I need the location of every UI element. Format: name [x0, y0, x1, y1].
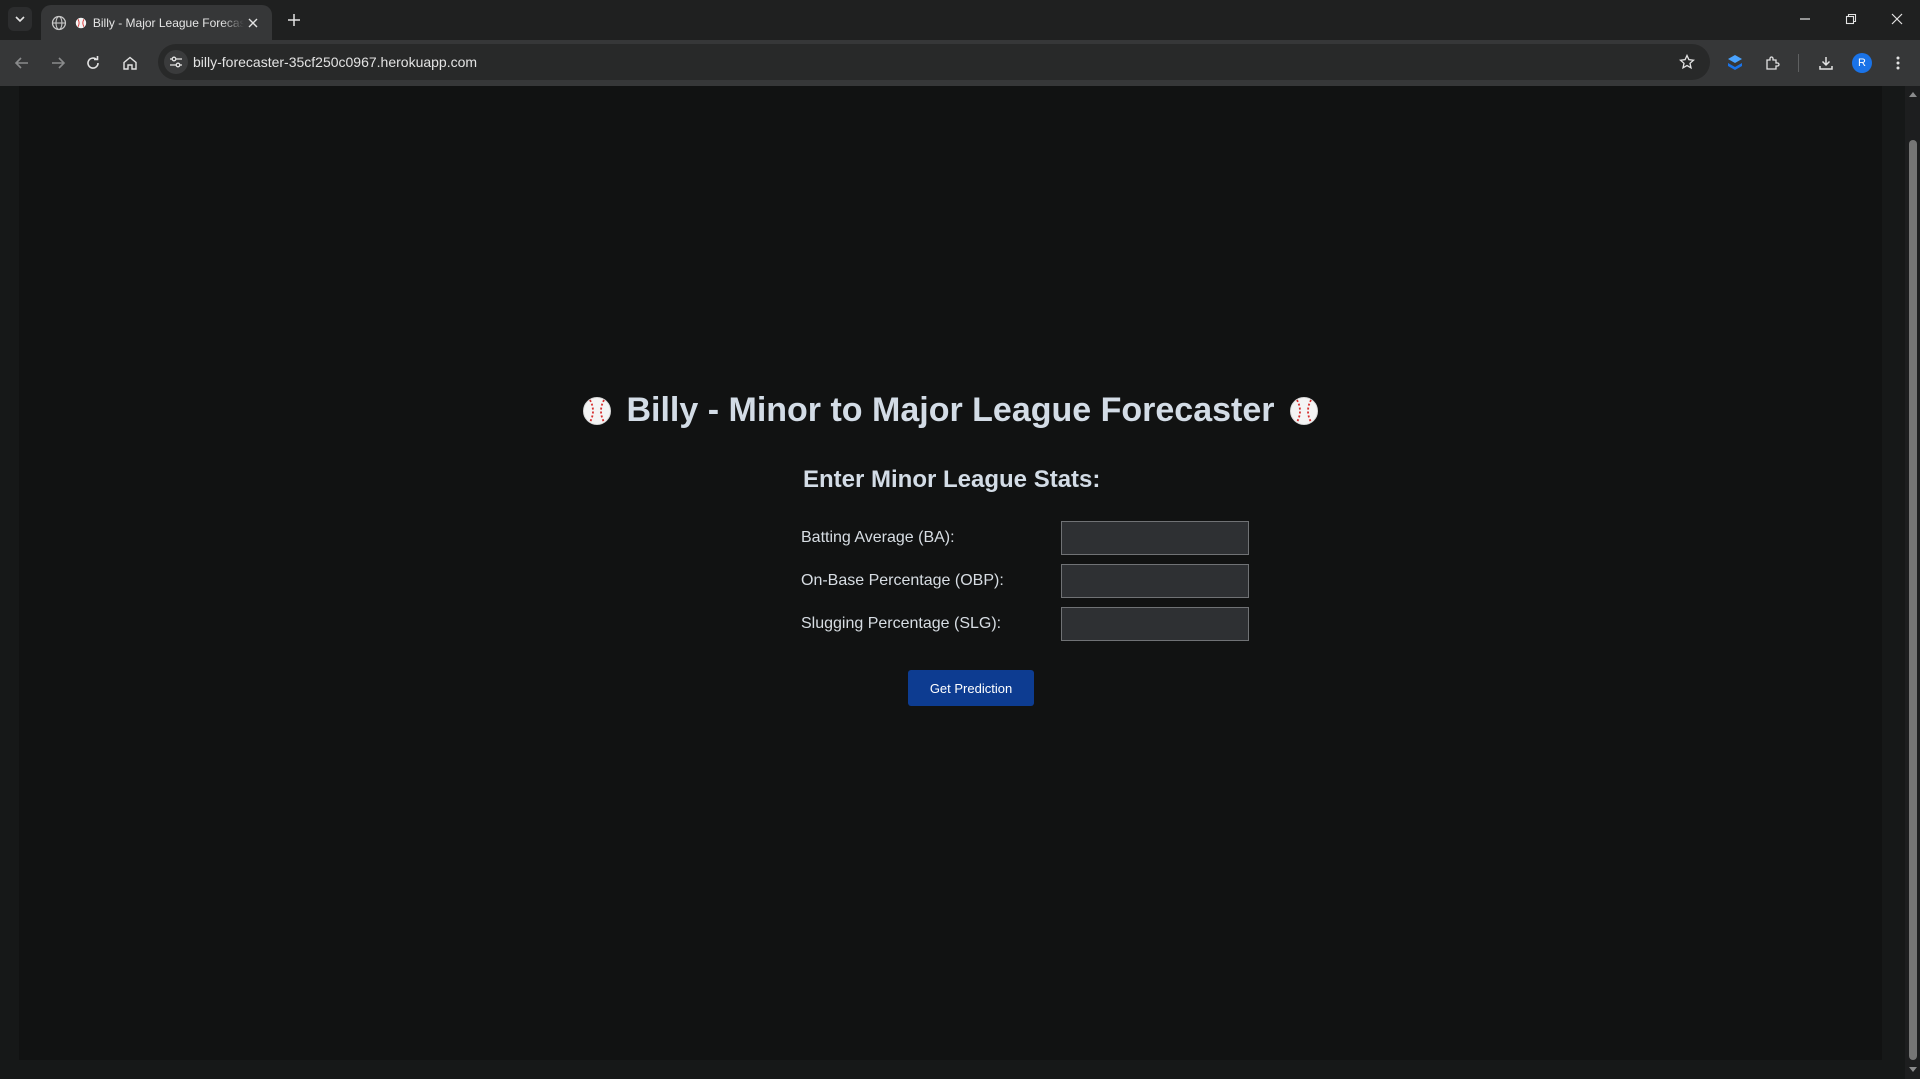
window-close-button[interactable] [1874, 0, 1920, 38]
plus-icon [288, 14, 300, 26]
tab-strip: Billy - Major League Forecaster [0, 0, 1920, 40]
baseball-icon [583, 396, 612, 425]
new-tab-button[interactable] [283, 9, 305, 31]
address-bar[interactable]: billy-forecaster-35cf250c0967.herokuapp.… [158, 44, 1710, 80]
back-button[interactable] [8, 49, 36, 77]
avatar-initial: R [1852, 53, 1872, 73]
restore-button[interactable] [1828, 0, 1874, 38]
tab-search-button[interactable] [8, 7, 32, 31]
back-icon [14, 57, 28, 69]
field-label-slg: Slugging Percentage (SLG): [801, 615, 1002, 632]
site-settings-icon[interactable] [164, 50, 188, 74]
globe-icon [51, 15, 67, 30]
baseball-icon [1289, 396, 1318, 425]
field-label-obp: On-Base Percentage (OBP): [801, 572, 1004, 589]
form-heading: Enter Minor League Stats: [803, 466, 1101, 493]
profile-avatar[interactable]: R [1848, 49, 1876, 77]
on-base-percentage-input[interactable] [1061, 564, 1249, 598]
stats-form: Enter Minor League Stats: Batting Averag… [801, 466, 1271, 641]
minimize-icon [1800, 18, 1810, 20]
get-prediction-button[interactable]: Get Prediction [908, 670, 1034, 706]
forward-icon [52, 57, 66, 69]
page-title: Billy - Minor to Major League Forecaster [626, 391, 1275, 429]
chevron-down-icon [15, 16, 25, 23]
bookmark-star-icon[interactable] [1676, 51, 1698, 73]
field-row-obp: On-Base Percentage (OBP): [801, 564, 1271, 598]
minimize-button[interactable] [1782, 0, 1828, 38]
field-row-ba: Batting Average (BA): [801, 521, 1271, 555]
page-scrollbar[interactable] [1905, 86, 1920, 1079]
page-container: Billy - Minor to Major League Forecaster… [19, 86, 1882, 1060]
baseball-favicon-icon [75, 17, 87, 28]
close-icon [1891, 13, 1903, 25]
extension-icon[interactable] [1721, 49, 1749, 77]
browser-toolbar: billy-forecaster-35cf250c0967.herokuapp.… [0, 40, 1920, 86]
scroll-down-icon[interactable] [1909, 1066, 1917, 1074]
url-text[interactable]: billy-forecaster-35cf250c0967.herokuapp.… [193, 54, 477, 70]
reload-button[interactable] [79, 49, 107, 77]
scroll-thumb[interactable] [1909, 140, 1917, 1060]
toolbar-separator [1798, 54, 1799, 72]
download-icon[interactable] [1812, 49, 1840, 77]
reload-icon [87, 56, 99, 69]
tab-title: Billy - Major League Forecaster [92, 15, 245, 30]
home-button[interactable] [116, 49, 144, 77]
home-icon [123, 56, 137, 70]
extensions-puzzle-icon[interactable] [1758, 49, 1786, 77]
app-title: Billy - Minor to Major League Forecaster [19, 391, 1882, 430]
tab-close-icon[interactable] [244, 14, 262, 32]
forward-button[interactable] [44, 49, 72, 77]
browser-viewport: Billy - Minor to Major League Forecaster… [0, 86, 1920, 1079]
scroll-up-icon[interactable] [1909, 90, 1917, 98]
field-row-slg: Slugging Percentage (SLG): [801, 607, 1271, 641]
menu-icon[interactable] [1884, 49, 1912, 77]
restore-icon [1845, 13, 1857, 25]
browser-tab[interactable]: Billy - Major League Forecaster [41, 5, 272, 40]
batting-average-input[interactable] [1061, 521, 1249, 555]
field-label-ba: Batting Average (BA): [801, 529, 955, 546]
slugging-percentage-input[interactable] [1061, 607, 1249, 641]
